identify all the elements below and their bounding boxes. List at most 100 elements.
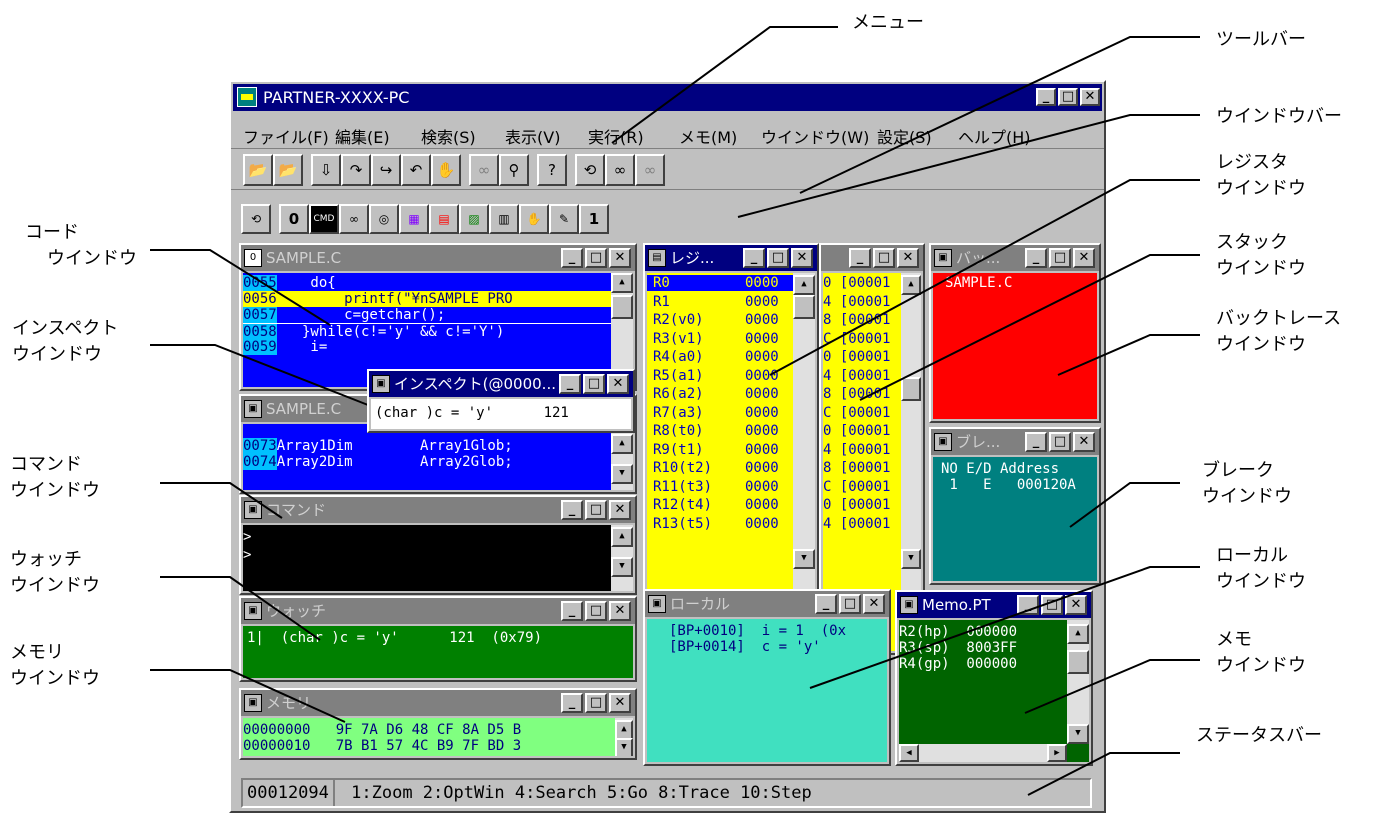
code-window-2-content[interactable]: 0073Array1Dim Array1Glob; 0074Array2Dim …	[243, 424, 633, 490]
menu-edit[interactable]: 編集(E)	[335, 124, 390, 148]
memo-hscrollbar[interactable]: ◀ ▶	[899, 744, 1067, 762]
memo-window[interactable]: ▣ Memo.PT _ □ ✕ R2(hp) 000000 R3(sp) 8003F…	[895, 590, 1093, 766]
command-window[interactable]: ▣ コマンド _ □ ✕ > > ▲ ▼	[239, 495, 637, 595]
scroll-down-icon[interactable]: ▼	[793, 549, 815, 569]
glasses-icon[interactable]: ∞	[469, 154, 499, 186]
inspect-content[interactable]: (char )c = 'y' 121	[371, 399, 631, 429]
refresh-icon[interactable]: ⟲	[575, 154, 605, 186]
menu-search[interactable]: 検索(S)	[421, 124, 476, 148]
local-window[interactable]: ▣ ローカル _ □ ✕ [BP+0010] i = 1 (0x [BP+0014]…	[643, 589, 891, 766]
app-titlebar[interactable]: PARTNER-XXXX-PC _ □ ✕	[233, 84, 1102, 111]
windowbar-cmd-button[interactable]: CMD	[309, 204, 339, 234]
watch-window[interactable]: ▣ ウォッチ _ □ ✕ 1| (char )c = 'y' 121 (0x79)	[239, 596, 637, 682]
memo-minimize-button[interactable]: _	[1017, 595, 1039, 615]
watch-maximize-button[interactable]: □	[585, 601, 607, 621]
inspect-window-titlebar[interactable]: ▣ インスペクト(@0000... _ □ ✕	[369, 371, 633, 397]
windowbar-stack-icon[interactable]: ▤	[429, 204, 459, 234]
menu-memo[interactable]: メモ(M)	[679, 124, 737, 148]
windowbar-glasses-icon[interactable]: ∞	[339, 204, 369, 234]
minimize-button[interactable]: _	[1036, 88, 1056, 106]
command-content[interactable]: > > ▲ ▼	[243, 525, 633, 591]
scroll-up-icon[interactable]: ▲	[611, 527, 633, 547]
menu-run[interactable]: 実行(R)	[588, 124, 644, 148]
binoculars-icon[interactable]: ∞	[605, 154, 635, 186]
scroll-left-icon[interactable]: ◀	[899, 744, 919, 762]
code-maximize-button[interactable]: □	[585, 248, 607, 268]
step-into-icon[interactable]: ⇩	[311, 154, 341, 186]
local-close-button[interactable]: ✕	[863, 594, 885, 614]
scroll-up-icon[interactable]: ▲	[615, 720, 633, 740]
watch-close-button[interactable]: ✕	[609, 601, 631, 621]
menu-file[interactable]: ファイル(F)	[243, 124, 329, 148]
scroll-up-icon[interactable]: ▲	[901, 275, 921, 295]
backtrace-window[interactable]: ▣ バッ... _ □ ✕ SAMPLE.C :	[929, 243, 1101, 423]
scroll-right-icon[interactable]: ▶	[1047, 744, 1067, 762]
stack-maximize-button[interactable]: □	[873, 248, 895, 268]
memory-scrollbar[interactable]: ▲ ▼	[615, 718, 633, 756]
register-close-button[interactable]: ✕	[791, 248, 813, 268]
stop-hand-icon[interactable]: ✋	[431, 154, 461, 186]
scroll-thumb[interactable]	[611, 295, 633, 319]
inspect-window[interactable]: ▣ インスペクト(@0000... _ □ ✕ (char )c = 'y' 121	[367, 369, 635, 433]
stack-close-button[interactable]: ✕	[897, 248, 919, 268]
break-maximize-button[interactable]: □	[1049, 432, 1071, 452]
register-minimize-button[interactable]: _	[743, 248, 765, 268]
backtrace-minimize-button[interactable]: _	[1025, 248, 1047, 268]
break-window-titlebar[interactable]: ▣ ブレ... _ □ ✕	[931, 429, 1099, 455]
memory-maximize-button[interactable]: □	[585, 693, 607, 713]
code-window-titlebar[interactable]: 0 SAMPLE.C _ □ ✕	[241, 245, 635, 271]
local-content[interactable]: [BP+0010] i = 1 (0x [BP+0014] c = 'y'	[647, 619, 887, 762]
stack-minimize-button[interactable]: _	[849, 248, 871, 268]
open-folder-arrow-icon[interactable]: 📂	[273, 154, 303, 186]
command-scrollbar[interactable]: ▲ ▼	[611, 525, 633, 591]
menu-help[interactable]: ヘルプ(H)	[958, 124, 1031, 148]
inspect-maximize-button[interactable]: □	[583, 374, 605, 394]
watch-minimize-button[interactable]: _	[561, 601, 583, 621]
windowbar-refresh-icon[interactable]: ⟲	[241, 204, 271, 234]
memo-scrollbar[interactable]: ▲ ▼	[1067, 620, 1089, 744]
scroll-down-icon[interactable]: ▼	[1067, 724, 1089, 744]
break-window[interactable]: ▣ ブレ... _ □ ✕ NO E/D Address 1 E 000120A	[929, 427, 1101, 585]
memo-maximize-button[interactable]: □	[1041, 595, 1063, 615]
memo-close-button[interactable]: ✕	[1065, 595, 1087, 615]
scroll-up-icon[interactable]: ▲	[611, 434, 633, 454]
step-return-icon[interactable]: ↪	[371, 154, 401, 186]
open-folder-icon[interactable]: 📂	[243, 154, 273, 186]
help-window-icon[interactable]: ?	[537, 154, 567, 186]
break-minimize-button[interactable]: _	[1025, 432, 1047, 452]
windowbar-0-button[interactable]: 0	[279, 204, 309, 234]
backtrace-window-titlebar[interactable]: ▣ バッ... _ □ ✕	[931, 245, 1099, 271]
memory-window-titlebar[interactable]: ▣ メモリ _ □ ✕	[241, 690, 635, 716]
backtrace-close-button[interactable]: ✕	[1073, 248, 1095, 268]
scroll-thumb[interactable]	[793, 295, 815, 319]
magnifier-icon[interactable]: ⚲	[499, 154, 529, 186]
memory-content[interactable]: 00000000 9F 7A D6 48 CF 8A D5 B 00000010…	[243, 718, 633, 756]
register-maximize-button[interactable]: □	[767, 248, 789, 268]
command-window-titlebar[interactable]: ▣ コマンド _ □ ✕	[241, 497, 635, 523]
break-close-button[interactable]: ✕	[1073, 432, 1095, 452]
scroll-thumb[interactable]	[1067, 650, 1089, 674]
windowbar-chip-icon[interactable]: ▥	[489, 204, 519, 234]
memo-window-titlebar[interactable]: ▣ Memo.PT _ □ ✕	[897, 592, 1091, 618]
register-window-titlebar[interactable]: ▤ レジ... _ □ ✕	[645, 245, 817, 271]
scroll-down-icon[interactable]: ▼	[901, 549, 921, 569]
menu-view[interactable]: 表示(V)	[505, 124, 560, 148]
backtrace-maximize-button[interactable]: □	[1049, 248, 1071, 268]
windowbar-disk-icon[interactable]: ◎	[369, 204, 399, 234]
local-window-titlebar[interactable]: ▣ ローカル _ □ ✕	[645, 591, 889, 617]
backtrace-content[interactable]: SAMPLE.C :	[933, 273, 1097, 419]
scroll-down-icon[interactable]: ▼	[611, 557, 633, 577]
code-window-2-scrollbar[interactable]: ▲ ▼	[611, 424, 633, 490]
scroll-up-icon[interactable]: ▲	[1067, 624, 1089, 644]
binoculars-disabled-icon[interactable]: ∞	[635, 154, 665, 186]
scroll-up-icon[interactable]: ▲	[793, 275, 815, 295]
memo-content[interactable]: R2(hp) 000000 R3(sp) 8003FF R4(gp) 00000…	[899, 620, 1089, 762]
step-back-icon[interactable]: ↶	[401, 154, 431, 186]
step-over-icon[interactable]: ↷	[341, 154, 371, 186]
menu-settings[interactable]: 設定(S)	[877, 124, 932, 148]
command-close-button[interactable]: ✕	[609, 500, 631, 520]
inspect-close-button[interactable]: ✕	[607, 374, 629, 394]
inspect-minimize-button[interactable]: _	[559, 374, 581, 394]
command-maximize-button[interactable]: □	[585, 500, 607, 520]
scroll-down-icon[interactable]: ▼	[615, 738, 633, 756]
